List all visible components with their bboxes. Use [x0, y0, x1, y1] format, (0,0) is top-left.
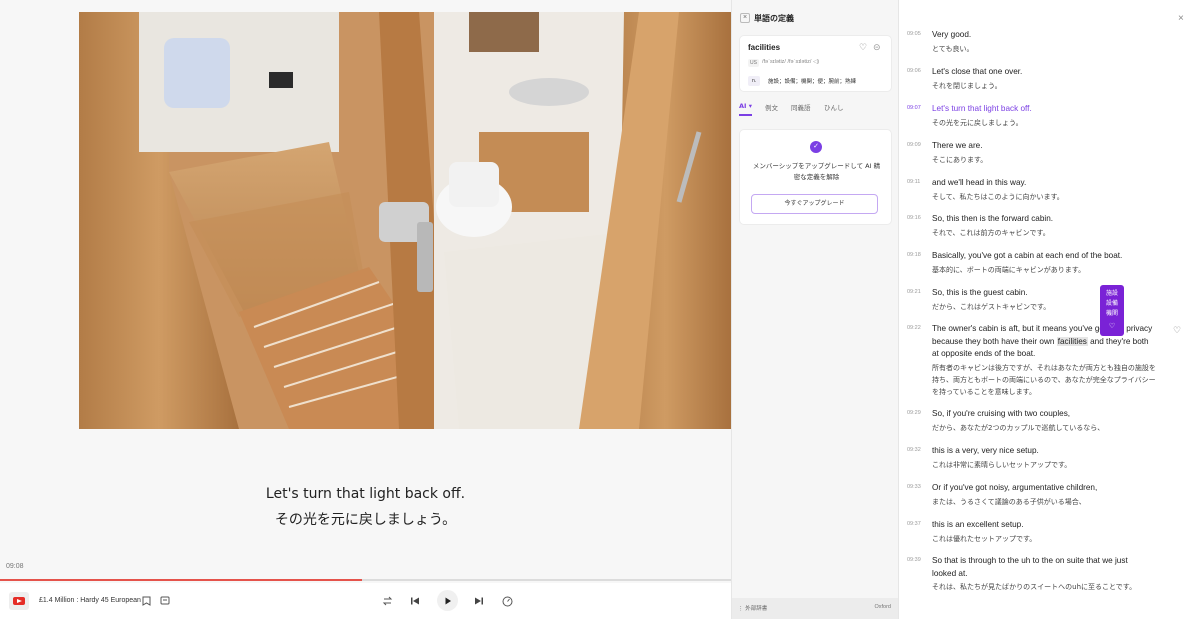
close-icon[interactable]: ×: [740, 13, 750, 23]
tab-ai[interactable]: AI ▾: [739, 102, 752, 110]
timestamp: 09:18: [907, 252, 921, 258]
line-japanese: それを閉じましょう。: [932, 82, 1002, 90]
timestamp: 09:29: [907, 410, 921, 416]
dictionary-footer: ⋮ 外部辞書 Oxford: [732, 598, 898, 619]
line-japanese: これは非常に素晴らしいセットアップです。: [932, 461, 1072, 469]
line-japanese: とても良い。: [932, 45, 974, 53]
line-english[interactable]: There we are.: [932, 140, 1154, 153]
current-time: 09:08: [6, 563, 24, 570]
line-english[interactable]: Let's close that one over.: [932, 66, 1154, 79]
youtube-icon[interactable]: [9, 592, 29, 610]
popup-meaning: 機関: [1105, 310, 1118, 317]
timestamp: 09:11: [907, 179, 921, 185]
line-english[interactable]: So, this then is the forward cabin.: [932, 213, 1154, 226]
popup-meaning: 設備: [1105, 300, 1118, 307]
upgrade-message: メンバーシップをアップグレードして AI 精密な定義を解除: [752, 162, 881, 181]
pronunciation-ipa[interactable]: /fəˈsɪlətiz/ /fəˈsɪlətiz/ ◁): [762, 59, 819, 65]
progress-bar[interactable]: [0, 579, 731, 581]
video-image: [79, 12, 731, 429]
more-options-icon[interactable]: ⊝: [873, 42, 881, 53]
skip-forward-icon[interactable]: [471, 593, 487, 609]
line-english[interactable]: Or if you've got noisy, argumentative ch…: [932, 482, 1154, 495]
progress-fill: [0, 579, 362, 581]
tab-synonyms[interactable]: 同義語: [791, 102, 811, 112]
definition-panel: × 単語の定義 facilities ♡ ⊝ US /fəˈsɪlətiz/ /…: [731, 0, 899, 619]
part-of-speech: n.: [748, 76, 761, 86]
pronunciation-region: US: [748, 59, 759, 67]
headword: facilities: [748, 43, 781, 52]
play-icon: [445, 597, 451, 604]
line-english[interactable]: Basically, you've got a cabin at each en…: [932, 250, 1154, 263]
player-controls: £1.4 Million : Hardy 45 European: [0, 583, 731, 619]
line-english[interactable]: Let's turn that light back off.: [932, 103, 1154, 116]
heart-icon[interactable]: ♡: [859, 42, 867, 53]
subtitle-english[interactable]: Let's turn that light back off.: [0, 484, 731, 504]
upgrade-button[interactable]: 今すぐアップグレード: [751, 194, 878, 214]
word-popup[interactable]: 施設 設備 機関 ♡: [1100, 285, 1124, 336]
line-japanese: そこにあります。: [932, 156, 988, 164]
line-japanese: だから、あなたが2つのカップルで巡航しているなら、: [932, 424, 1105, 432]
timestamp: 09:05: [907, 31, 921, 37]
speed-icon[interactable]: [499, 593, 515, 609]
active-tab-indicator: [739, 114, 752, 116]
timestamp: 09:09: [907, 142, 921, 148]
line-japanese: その光を元に戻しましょう。: [932, 119, 1023, 127]
line-english[interactable]: this is a very, very nice setup.: [932, 445, 1154, 458]
line-japanese: それで、これは前方のキャビンです。: [932, 229, 1050, 237]
bookmark-icon[interactable]: [138, 593, 154, 609]
line-english[interactable]: So, if you're cruising with two couples,: [932, 408, 1154, 421]
line-japanese: 所有者のキャビンは後方ですが、それはあなたが両方とも独自の施設を持ち、両方ともボ…: [932, 364, 1156, 396]
line-english[interactable]: Very good.: [932, 29, 1154, 42]
panel-title: 単語の定義: [754, 14, 794, 23]
timestamp: 09:07: [907, 105, 921, 111]
skip-back-icon[interactable]: [407, 593, 423, 609]
subtitle-japanese[interactable]: その光を元に戻しましょう。: [0, 510, 731, 530]
timestamp: 09:37: [907, 521, 921, 527]
line-english[interactable]: this is an excellent setup.: [932, 519, 1154, 532]
tab-examples[interactable]: 例文: [765, 102, 778, 112]
upgrade-card: ✓ メンバーシップをアップグレードして AI 精密な定義を解除 今すぐアップグレ…: [739, 129, 892, 225]
line-japanese: これは優れたセットアップです。: [932, 535, 1037, 543]
timestamp: 09:16: [907, 215, 921, 221]
timestamp: 09:33: [907, 484, 921, 490]
timestamp: 09:22: [907, 325, 921, 331]
close-icon[interactable]: ×: [1178, 13, 1184, 24]
video-player: Let's turn that light back off. その光を元に戻し…: [0, 0, 731, 619]
dictionary-source[interactable]: Oxford: [874, 604, 891, 610]
subtitles: Let's turn that light back off. その光を元に戻し…: [0, 484, 731, 530]
timestamp: 09:06: [907, 68, 921, 74]
verified-badge-icon: ✓: [810, 141, 822, 153]
loop-icon[interactable]: [379, 593, 395, 609]
heart-icon[interactable]: ♡: [1173, 325, 1181, 336]
play-button[interactable]: [437, 590, 458, 611]
video-frame[interactable]: [79, 12, 731, 429]
video-title: £1.4 Million : Hardy 45 European: [39, 597, 141, 604]
definition-tabs: AI ▾ 例文 同義語 ひんし: [739, 102, 892, 118]
word-meaning: 施設；設備；機関；便；腕前；熟練: [768, 79, 857, 85]
line-japanese: そして、私たちはこのように向かいます。: [932, 193, 1064, 201]
heart-icon[interactable]: ♡: [1100, 321, 1124, 331]
external-dictionary-link[interactable]: ⋮ 外部辞書: [738, 604, 767, 612]
line-japanese: 基本的に、ボートの両端にキャビンがあります。: [932, 266, 1086, 274]
transcript-panel: × 09:05 Very good. とても良い。 09:06 Let's cl…: [900, 0, 1200, 619]
app-window: Let's turn that light back off. その光を元に戻し…: [0, 0, 1200, 619]
line-japanese: それは、私たちが見たばかりのスイートへのuhに至ることです。: [932, 583, 1137, 591]
word-card: facilities ♡ ⊝ US /fəˈsɪlətiz/ /fəˈsɪlət…: [739, 35, 892, 92]
popup-meaning: 施設: [1105, 290, 1118, 297]
timestamp: 09:39: [907, 557, 921, 563]
timestamp: 09:21: [907, 289, 921, 295]
line-japanese: または、うるさくて議論のある子供がいる場合、: [932, 498, 1086, 506]
highlighted-word[interactable]: facilities: [1056, 336, 1088, 346]
tab-part-of-speech[interactable]: ひんし: [824, 102, 844, 112]
line-english[interactable]: and we'll head in this way.: [932, 177, 1154, 190]
captions-icon[interactable]: [157, 593, 173, 609]
timestamp: 09:32: [907, 447, 921, 453]
line-english[interactable]: So that is through to the uh to the on s…: [932, 555, 1154, 580]
